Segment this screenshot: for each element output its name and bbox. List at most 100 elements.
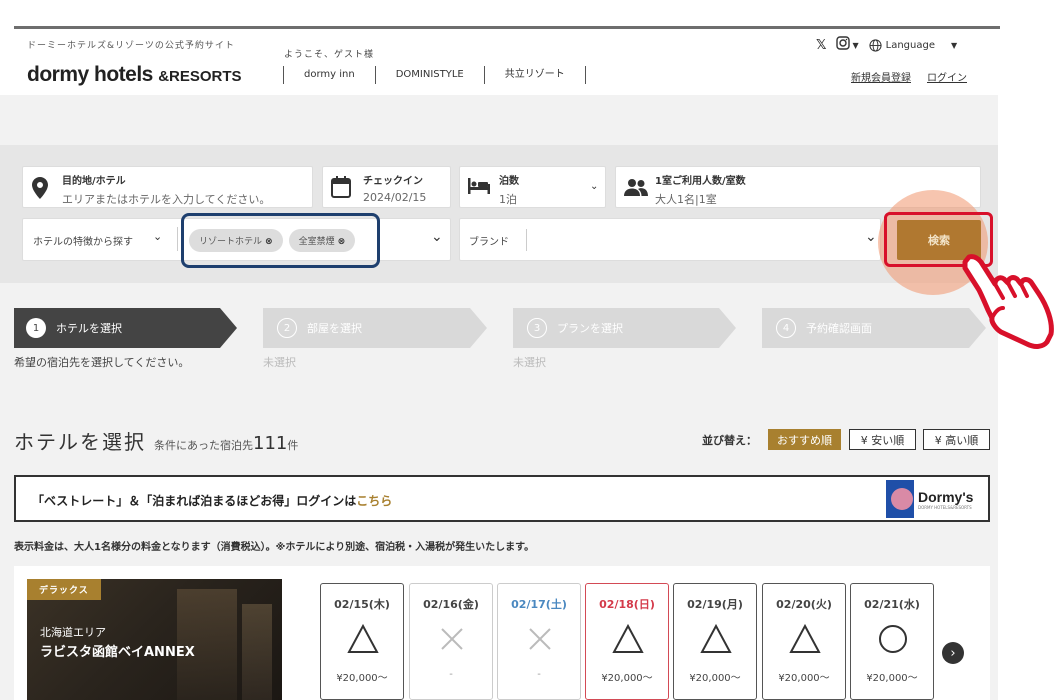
date-price: ¥20,000〜 — [866, 673, 918, 684]
chevron-down-icon: ⌄ — [590, 181, 599, 192]
step-1-subtext: 希望の宿泊先を選択してください。 — [14, 356, 190, 369]
date-label: 02/16(金) — [423, 598, 479, 611]
circle-icon — [879, 625, 907, 653]
language-selector[interactable]: Language ▼ — [869, 38, 957, 52]
brand-filter[interactable]: ブランド ⌄ — [459, 218, 881, 261]
date-label: 02/19(月) — [687, 598, 743, 611]
welcome-text: ようこそ、ゲスト様 — [284, 50, 375, 60]
feature-divider — [177, 227, 178, 251]
nights-label: 泊数 — [499, 176, 519, 187]
brand-nav: dormy inn DOMINISTYLE 共立リゾート — [283, 66, 586, 84]
step-2-subtext: 未選択 — [263, 356, 296, 369]
date-price: - — [449, 669, 453, 680]
date-label: 02/20(火) — [776, 598, 832, 611]
site-logo[interactable]: dormy hotels &RESORTS — [27, 63, 242, 87]
date-price: ¥20,000〜 — [601, 673, 653, 684]
nights-value: 1泊 — [499, 193, 517, 206]
date-price: ¥20,000〜 — [336, 673, 388, 684]
banner-text: 「ベストレート」＆「泊まれば泊まるほどお得」ログインはこちら — [32, 492, 392, 509]
site-tagline: ドーミーホテルズ&リゾーツの公式予約サイト — [27, 41, 235, 51]
checkin-label: チェックイン — [363, 176, 423, 187]
location-pin-icon — [32, 177, 48, 199]
step-4: 4 予約確認画面 — [776, 318, 872, 338]
hotel-area: 北海道エリア — [40, 626, 106, 639]
calendar-icon — [331, 176, 351, 198]
sort-label: 並び替え： — [702, 434, 757, 447]
step-4-label: 予約確認画面 — [806, 322, 872, 335]
logo-main: dormy hotels — [27, 63, 153, 86]
date-label: 02/15(木) — [334, 598, 390, 611]
brand-filter-label: ブランド — [469, 237, 509, 248]
step-4-number: 4 — [776, 318, 796, 338]
step-2-label: 部屋を選択 — [307, 322, 362, 335]
dormys-logo-subtext: DORMY HOTELS&RESORTS — [918, 504, 972, 510]
language-label: Language — [885, 39, 935, 51]
login-link[interactable]: ログイン — [927, 69, 967, 84]
login-banner[interactable]: 「ベストレート」＆「泊まれば泊まるほどお得」ログインはこちら Dormy's D… — [14, 475, 990, 522]
sort-price-desc-button[interactable]: ¥ 高い順 — [923, 429, 990, 450]
next-dates-button[interactable]: › — [942, 642, 964, 664]
chevron-down-icon[interactable]: ⌄ — [431, 229, 443, 245]
date-cell-0220[interactable]: 02/20(火) ¥20,000〜 — [762, 583, 846, 700]
account-links: 新規会員登録 ログイン — [851, 69, 967, 84]
step-3-label: プランを選択 — [557, 322, 623, 335]
hotel-image[interactable]: デラックス 北海道エリア ラビスタ函館ベイANNEX — [27, 579, 282, 700]
date-cell-0218[interactable]: 02/18(日) ¥20,000〜 — [585, 583, 669, 700]
dormys-logo-mark — [886, 480, 914, 518]
page: ドーミーホテルズ&リゾーツの公式予約サイト ようこそ、ゲスト様 dormy ho… — [0, 0, 1059, 700]
step-1-label: ホテルを選択 — [56, 322, 122, 335]
cross-icon — [441, 628, 463, 650]
dormys-logo: Dormy's DORMY HOTELS&RESORTS — [886, 479, 976, 519]
bed-icon — [468, 178, 490, 194]
date-cell-0216: 02/16(金) - — [409, 583, 493, 700]
nights-field[interactable]: 泊数 1泊 ⌄ — [459, 166, 606, 208]
date-cell-0215[interactable]: 02/15(木) ¥20,000〜 — [320, 583, 404, 700]
step-1-number: 1 — [26, 318, 46, 338]
date-label: 02/21(水) — [864, 598, 920, 611]
hotel-badge: デラックス — [27, 579, 101, 600]
chevron-down-icon[interactable]: ▼ — [852, 41, 858, 50]
date-label: 02/17(土) — [511, 598, 567, 611]
date-price: ¥20,000〜 — [778, 673, 830, 684]
people-icon — [624, 179, 648, 196]
brand-divider — [526, 229, 527, 251]
brand-link-kyoritsu[interactable]: 共立リゾート — [483, 66, 586, 84]
result-count-number: 111 — [253, 433, 288, 454]
guests-value: 大人1名|1室 — [655, 193, 717, 206]
header-utilities: 𝕏 ▼ Language ▼ — [816, 36, 957, 54]
feature-highlight-box — [181, 213, 380, 268]
brand-link-doministyle[interactable]: DOMINISTYLE — [374, 66, 484, 84]
sort-price-asc-button[interactable]: ¥ 安い順 — [849, 429, 916, 450]
globe-icon — [869, 38, 882, 52]
logo-sub: &RESORTS — [158, 68, 242, 85]
chevron-down-icon[interactable]: ⌄ — [865, 229, 877, 245]
step-3-number: 3 — [527, 318, 547, 338]
triangle-icon — [347, 624, 379, 653]
triangle-icon — [612, 624, 644, 653]
date-cell-0221[interactable]: 02/21(水) ¥20,000〜 — [850, 583, 934, 700]
date-cell-0219[interactable]: 02/19(月) ¥20,000〜 — [673, 583, 757, 700]
checkin-value: 2024/02/15 — [363, 191, 427, 204]
date-price: - — [537, 669, 541, 680]
result-count-prefix: 条件にあった宿泊先 — [154, 439, 253, 452]
checkin-field[interactable]: チェックイン 2024/02/15 — [322, 166, 451, 208]
destination-input[interactable]: エリアまたはホテルを入力してください。 — [62, 191, 270, 207]
triangle-icon — [700, 624, 732, 653]
brand-link-dormy-inn[interactable]: dormy inn — [283, 66, 375, 84]
sort-recommended-button[interactable]: おすすめ順 — [768, 429, 841, 450]
x-icon[interactable]: 𝕏 — [816, 38, 826, 53]
destination-label: 目的地/ホテル — [62, 176, 126, 187]
register-link[interactable]: 新規会員登録 — [851, 69, 911, 84]
step-3-subtext: 未選択 — [513, 356, 546, 369]
guests-label: 1室ご利用人数/室数 — [655, 176, 746, 187]
hotel-name[interactable]: ラビスタ函館ベイANNEX — [40, 641, 195, 660]
step-2: 2 部屋を選択 — [277, 318, 362, 338]
step-3: 3 プランを選択 — [527, 318, 623, 338]
date-cell-0217: 02/17(土) - — [497, 583, 581, 700]
triangle-icon — [789, 624, 821, 653]
instagram-icon[interactable] — [836, 36, 851, 54]
date-label: 02/18(日) — [599, 598, 655, 611]
cross-icon — [529, 628, 551, 650]
destination-field[interactable]: 目的地/ホテル エリアまたはホテルを入力してください。 — [22, 166, 313, 208]
banner-login-link[interactable]: こちら — [356, 494, 392, 508]
